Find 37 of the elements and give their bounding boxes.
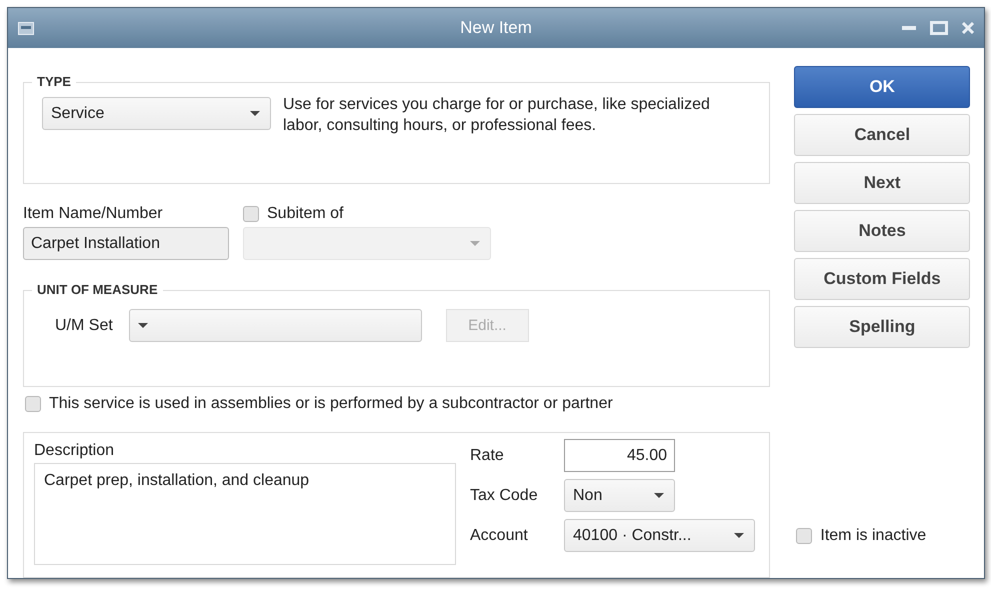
account-dropdown[interactable]: 40100 · Constr...	[564, 519, 755, 552]
dialog-button[interactable]: Notes	[794, 210, 970, 252]
caret-icon	[654, 493, 664, 498]
system-menu-icon[interactable]	[18, 22, 34, 34]
caret-icon	[138, 323, 148, 328]
field-label: Description	[34, 442, 116, 460]
type-dropdown[interactable]: Service	[42, 97, 271, 130]
caret-icon	[250, 111, 260, 116]
dialog-button[interactable]: Next	[794, 162, 970, 204]
type-description: Use for services you charge for or purchase, like specialized labor, consulting hours, or professional fees.	[283, 95, 711, 136]
dialog-button[interactable]: Cancel	[794, 114, 970, 156]
rate-field[interactable]: 45.00	[564, 439, 675, 472]
item-name-field[interactable]: Carpet Installation	[23, 227, 229, 260]
dialog-button[interactable]: Custom Fields	[794, 258, 970, 300]
description-field[interactable]: Carpet prep, installation, and cleanup	[34, 463, 456, 565]
group-heading: TYPE	[32, 74, 76, 89]
dialog-button[interactable]: Spelling	[794, 306, 970, 348]
field-label: U/M Set	[55, 316, 113, 334]
minimize-icon[interactable]	[902, 26, 916, 30]
maximize-icon[interactable]	[930, 21, 948, 35]
group-heading: UNIT OF MEASURE	[32, 282, 163, 297]
checkbox-label: This service is used in assemblies or is performed by a subcontractor or partner	[49, 395, 613, 413]
field-label: Account	[470, 526, 529, 544]
field-label: Rate	[470, 446, 505, 464]
field-label: Tax Code	[470, 486, 539, 504]
checkbox-label: Subitem of	[267, 205, 344, 223]
dialog-button[interactable]: OK	[794, 66, 970, 108]
caret-icon	[734, 533, 744, 538]
um-set-dropdown[interactable]	[128, 309, 422, 342]
field-label: Item Name/Number	[23, 205, 164, 223]
checkbox[interactable]	[796, 528, 812, 544]
checkbox[interactable]	[25, 396, 41, 412]
tax-code-dropdown[interactable]: Non	[564, 479, 675, 512]
window-title: New Item	[460, 18, 532, 38]
checkbox-label: Item is inactive	[820, 527, 926, 545]
close-icon[interactable]	[962, 22, 974, 34]
caret-icon	[470, 241, 480, 246]
